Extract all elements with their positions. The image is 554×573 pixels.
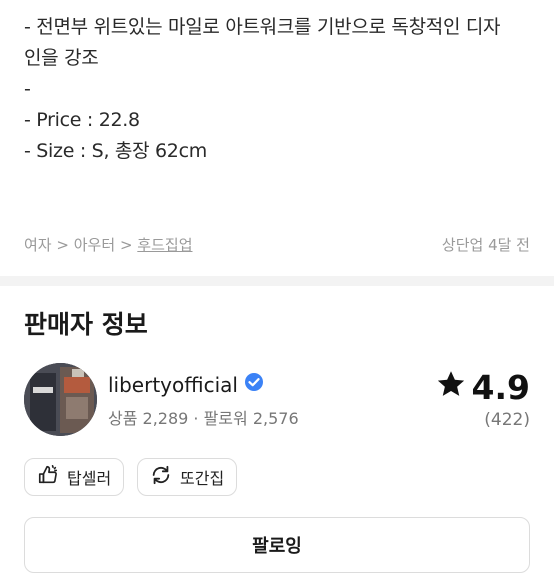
thumbs-up-icon [37, 464, 59, 490]
description-line: - Size : S, 총장 62cm [24, 140, 207, 162]
product-description: - 전면부 위트있는 마일로 아트워크를 기반으로 독창적인 디자 인을 강조 … [24, 12, 534, 167]
top-seller-badge[interactable]: 탑셀러 [24, 458, 125, 496]
breadcrumb-item-hood-zipup[interactable]: 후드집업 [137, 236, 192, 254]
description-line: - [24, 78, 31, 100]
rating-value: 4.9 [471, 368, 530, 407]
breadcrumb-separator: > [119, 236, 133, 254]
seller-rating: 4.9 [436, 368, 530, 407]
posted-time: 상단업 4달 전 [441, 236, 530, 254]
revisit-badge[interactable]: 또간집 [137, 458, 238, 496]
description-line: 인을 강조 [24, 47, 99, 69]
breadcrumb-separator: > [56, 236, 69, 254]
verified-badge-icon [244, 372, 264, 397]
star-icon [436, 368, 466, 407]
badge-label: 탑셀러 [67, 469, 112, 488]
follow-button-label: 팔로잉 [252, 536, 302, 557]
follow-button[interactable]: 팔로잉 [24, 517, 530, 573]
seller-name-row[interactable]: libertyofficial [108, 372, 264, 397]
seller-stats: 상품 2,289 · 팔로워 2,576 [108, 409, 299, 428]
seller-avatar[interactable] [24, 363, 97, 436]
description-line: - 전면부 위트있는 마일로 아트워크를 기반으로 독창적인 디자 [24, 16, 501, 38]
badge-label: 또간집 [180, 469, 225, 488]
repeat-icon [150, 464, 172, 490]
description-line: - Price : 22.8 [24, 109, 140, 131]
avatar-image [24, 363, 97, 436]
seller-name[interactable]: libertyofficial [108, 373, 238, 397]
section-divider [0, 276, 554, 286]
rating-count[interactable]: (422) [484, 410, 530, 430]
breadcrumb-item-women[interactable]: 여자 [24, 236, 52, 254]
seller-section-title: 판매자 정보 [24, 310, 148, 339]
breadcrumb: 여자 > 아우터 > 후드집업 [24, 234, 193, 255]
breadcrumb-item-outer[interactable]: 아우터 [74, 236, 115, 254]
